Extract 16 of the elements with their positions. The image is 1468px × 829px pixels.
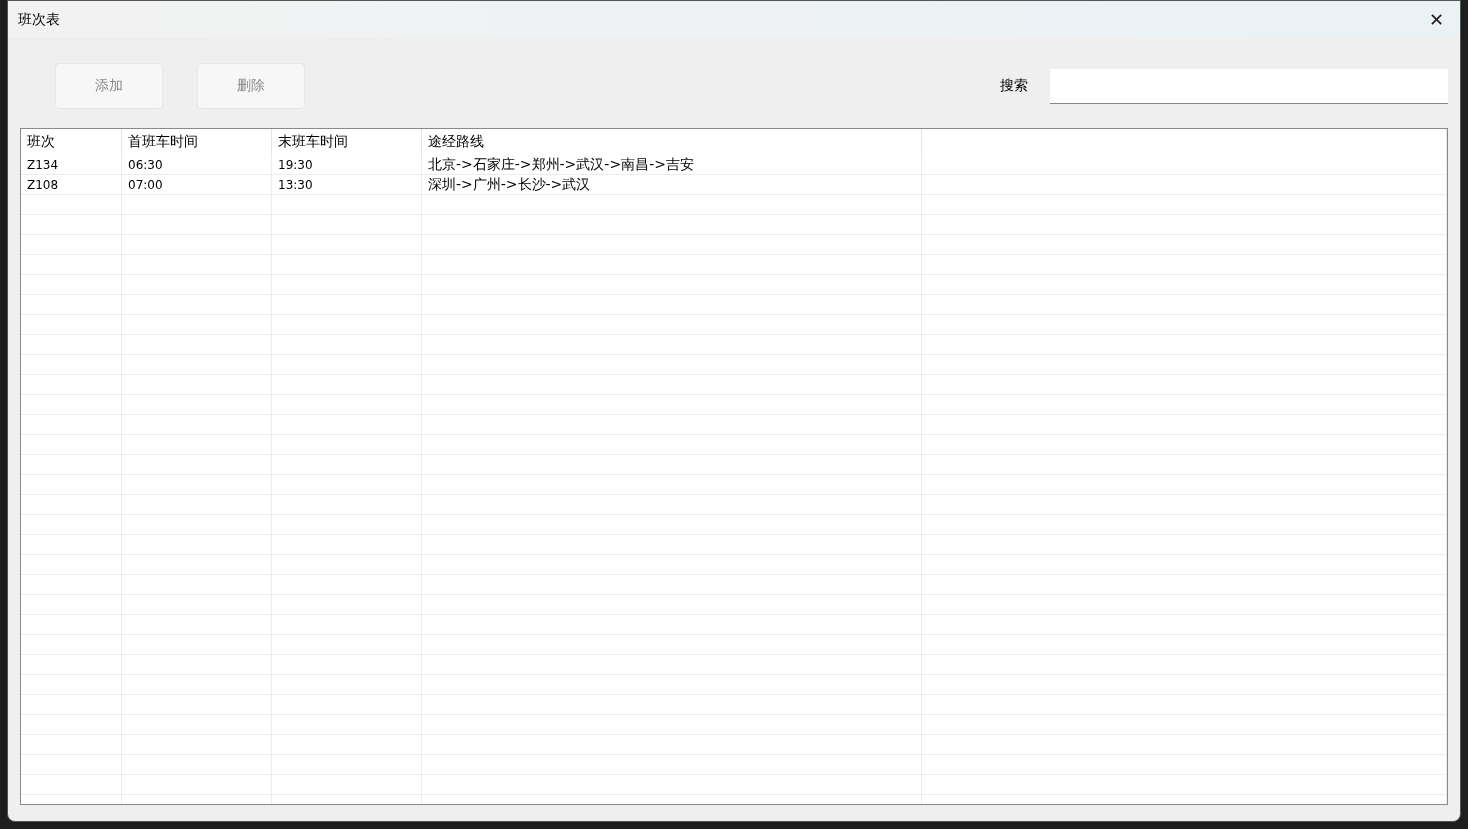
table-cell: Z108 (21, 175, 122, 194)
search-field[interactable] (1050, 68, 1448, 104)
table-cell: 深圳->广州->长沙->武汉 (422, 175, 922, 194)
column-header[interactable]: 首班车时间 (122, 129, 272, 155)
window-title: 班次表 (18, 10, 60, 29)
table-cell: 19:30 (272, 155, 422, 174)
close-button[interactable]: ✕ (1422, 9, 1450, 30)
table-cell: 北京->石家庄->郑州->武汉->南昌->吉安 (422, 155, 922, 174)
column-header[interactable]: 班次 (21, 129, 122, 155)
search-label: 搜索 (1000, 77, 1028, 95)
table-cell: 07:00 (122, 175, 272, 194)
table-cell: 13:30 (272, 175, 422, 194)
column-header[interactable]: 末班车时间 (272, 129, 422, 155)
table-cell: Z134 (21, 155, 122, 174)
table-cell: 06:30 (122, 155, 272, 174)
column-header[interactable]: 途经路线 (422, 129, 922, 155)
